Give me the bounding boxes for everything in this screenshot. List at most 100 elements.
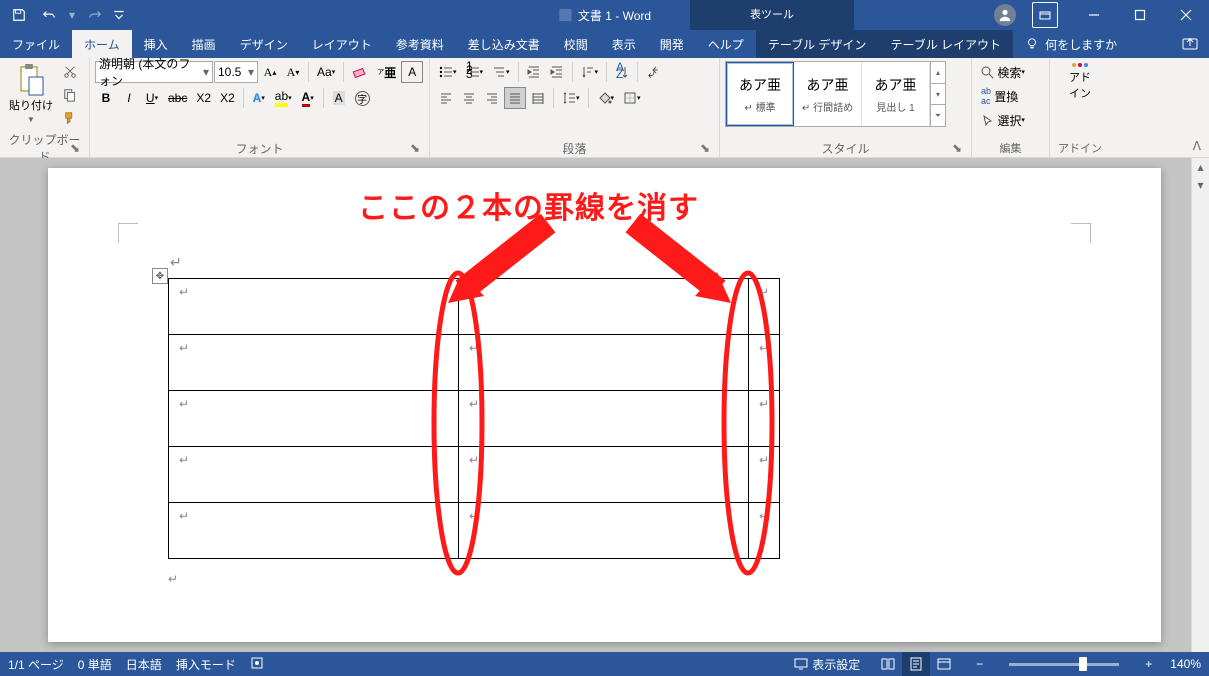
find-button[interactable]: 検索▾ [977, 61, 1029, 83]
align-left-button[interactable] [435, 87, 457, 109]
numbering-button[interactable]: 123▾ [462, 61, 488, 83]
show-marks-button[interactable]: ⤶ [642, 61, 664, 83]
zoom-level[interactable]: 140% [1170, 657, 1201, 671]
minimize-button[interactable] [1071, 0, 1117, 30]
styles-launcher[interactable]: ⬊ [950, 141, 964, 155]
save-button[interactable] [6, 0, 32, 30]
strikethrough-button[interactable]: abc [164, 87, 191, 109]
account-button[interactable] [985, 0, 1025, 30]
scroll-up-button[interactable]: ▴ [1192, 158, 1209, 176]
status-page[interactable]: 1/1 ページ [8, 656, 64, 673]
underline-button[interactable]: U▾ [141, 87, 163, 109]
zoom-out-button[interactable]: − [972, 657, 987, 671]
tab-references[interactable]: 参考資料 [384, 30, 456, 58]
paragraph-launcher[interactable]: ⬊ [698, 141, 712, 155]
document-table[interactable]: ↵↵↵ ↵↵↵ ↵↵↵ ↵↵↵ ↵↵↵ [168, 278, 780, 559]
table-move-handle[interactable]: ✥ [152, 268, 168, 284]
styles-gallery[interactable]: あア亜↵ 標準 あア亜↵ 行間詰め あア亜見出し 1 ▴▾⏷ [725, 61, 946, 127]
tab-mailings[interactable]: 差し込み文書 [456, 30, 552, 58]
table-row[interactable]: ↵↵↵ [169, 335, 780, 391]
tab-table-design[interactable]: テーブル デザイン [756, 30, 879, 58]
zoom-slider[interactable] [1009, 663, 1119, 666]
status-words[interactable]: 0 単語 [78, 656, 112, 673]
distributed-button[interactable] [527, 87, 549, 109]
copy-button[interactable] [59, 84, 81, 106]
read-mode-button[interactable] [874, 652, 902, 676]
decrease-indent-button[interactable] [523, 61, 545, 83]
font-name-combo[interactable]: 游明朝 (本文のフォン▾ [95, 61, 213, 83]
style-no-spacing[interactable]: あア亜↵ 行間詰め [794, 62, 862, 126]
increase-indent-button[interactable] [546, 61, 568, 83]
status-insert-mode[interactable]: 挿入モード [176, 656, 236, 673]
line-spacing-button[interactable]: ▾ [558, 87, 584, 109]
scroll-down-button[interactable]: ▾ [1192, 176, 1209, 194]
display-settings-button[interactable]: 表示設定 [794, 656, 860, 673]
table-row[interactable]: ↵↵↵ [169, 447, 780, 503]
highlight-button[interactable]: ab▾ [271, 87, 296, 109]
cut-button[interactable] [59, 61, 81, 83]
styles-scroller[interactable]: ▴▾⏷ [930, 62, 945, 126]
borders-button[interactable]: ▾ [619, 87, 645, 109]
redo-button[interactable] [82, 0, 108, 30]
tab-layout[interactable]: レイアウト [300, 30, 384, 58]
qat-customize[interactable] [112, 0, 126, 30]
sort-button[interactable]: AZ [611, 61, 633, 83]
maximize-button[interactable] [1117, 0, 1163, 30]
font-size-combo[interactable]: 10.5▾ [214, 61, 258, 83]
tell-me-search[interactable]: 何をしますか [1013, 30, 1129, 58]
macro-recording-button[interactable] [250, 656, 264, 673]
status-language[interactable]: 日本語 [126, 656, 162, 673]
tab-insert[interactable]: 挿入 [132, 30, 180, 58]
clipboard-launcher[interactable]: ⬊ [68, 141, 82, 155]
tab-view[interactable]: 表示 [600, 30, 648, 58]
page[interactable]: ↵ ✥ ↵↵↵ ↵↵↵ ↵↵↵ ↵↵↵ ↵↵↵ ↵ ここの２本の罫線を消す [48, 168, 1161, 642]
table-row[interactable]: ↵↵↵ [169, 503, 780, 559]
enclose-char-button[interactable]: 字 [351, 87, 374, 109]
align-center-button[interactable] [458, 87, 480, 109]
replace-button[interactable]: abac 置換 [977, 85, 1029, 107]
web-layout-button[interactable] [930, 652, 958, 676]
multilevel-button[interactable]: ▾ [488, 61, 514, 83]
undo-button[interactable] [36, 0, 62, 30]
text-direction-button[interactable]: ▾ [577, 61, 603, 83]
print-layout-button[interactable] [902, 652, 930, 676]
italic-button[interactable]: I [118, 87, 140, 109]
zoom-in-button[interactable]: + [1141, 657, 1156, 671]
share-button[interactable] [1181, 30, 1199, 58]
phonetic-guide-button[interactable]: ア亜 [373, 61, 400, 83]
font-color-button[interactable]: A▾ [297, 87, 319, 109]
subscript-button[interactable]: X2 [192, 87, 215, 109]
align-right-button[interactable] [481, 87, 503, 109]
tab-home[interactable]: ホーム [72, 30, 132, 58]
tab-review[interactable]: 校閲 [552, 30, 600, 58]
shrink-font-button[interactable]: A▾ [282, 61, 304, 83]
table-row[interactable]: ↵↵↵ [169, 391, 780, 447]
clear-format-button[interactable] [348, 61, 372, 83]
grow-font-button[interactable]: A▴ [259, 61, 281, 83]
addins-button[interactable]: アド イン [1065, 61, 1095, 103]
collapse-ribbon-button[interactable]: ᐱ [1193, 139, 1201, 153]
align-justify-button[interactable] [504, 87, 526, 109]
style-heading1[interactable]: あア亜見出し 1 [862, 62, 930, 126]
close-button[interactable] [1163, 0, 1209, 30]
char-border-button[interactable]: A [401, 61, 423, 83]
select-button[interactable]: 選択▾ [977, 109, 1029, 131]
superscript-button[interactable]: X2 [216, 87, 239, 109]
table-row[interactable]: ↵↵↵ [169, 279, 780, 335]
tab-file[interactable]: ファイル [0, 30, 72, 58]
format-painter-button[interactable] [59, 107, 81, 129]
tab-developer[interactable]: 開発 [648, 30, 696, 58]
ribbon-display-button[interactable] [1025, 0, 1071, 30]
text-effects-button[interactable]: A▾ [248, 87, 270, 109]
bullets-button[interactable]: ▾ [435, 61, 461, 83]
bold-button[interactable]: B [95, 87, 117, 109]
tab-design[interactable]: デザイン [228, 30, 300, 58]
style-normal[interactable]: あア亜↵ 標準 [726, 62, 794, 126]
change-case-button[interactable]: Aa▾ [313, 61, 339, 83]
tab-table-layout[interactable]: テーブル レイアウト [878, 30, 1013, 58]
shading-button[interactable]: ▾ [593, 87, 619, 109]
tab-draw[interactable]: 描画 [180, 30, 228, 58]
vertical-scrollbar[interactable]: ▴ ▾ [1191, 158, 1209, 652]
paste-button[interactable]: 貼り付け ▼ [5, 61, 57, 126]
undo-dropdown[interactable]: ▾ [66, 0, 78, 30]
